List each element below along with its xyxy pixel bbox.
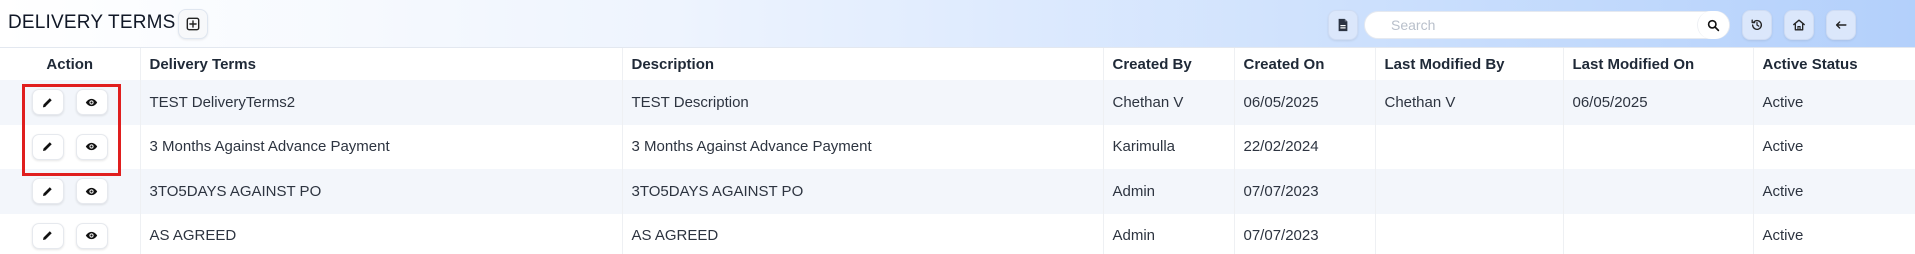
cell-delivery-terms: TEST DeliveryTerms2 [140, 80, 623, 125]
edit-button[interactable] [31, 178, 64, 205]
cell-description: TEST Description [622, 80, 1104, 125]
table-header-row: Action Delivery Terms Description Create… [0, 48, 1915, 80]
cell-delivery-terms: 3TO5DAYS AGAINST PO [140, 169, 623, 214]
view-button[interactable] [75, 178, 108, 205]
edit-button[interactable] [31, 133, 64, 160]
cell-active-status: Active [1753, 124, 1915, 169]
table-row: 3 Months Against Advance Payment 3 Month… [0, 124, 1915, 169]
cell-created-on: 07/07/2023 [1234, 169, 1376, 214]
edit-button[interactable] [31, 222, 64, 249]
cell-active-status: Active [1753, 169, 1915, 214]
cell-description: 3TO5DAYS AGAINST PO [622, 169, 1104, 214]
pencil-icon [43, 187, 52, 196]
cell-created-on: 06/05/2025 [1234, 80, 1376, 125]
home-icon [1793, 19, 1805, 31]
view-button[interactable] [75, 89, 108, 116]
cell-last-modified-on [1563, 213, 1754, 254]
column-header-action: Action [0, 48, 141, 80]
cell-created-on: 07/07/2023 [1234, 213, 1376, 254]
cell-last-modified-by: Chethan V [1375, 80, 1564, 125]
delivery-terms-table: Action Delivery Terms Description Create… [0, 48, 1915, 254]
table-row: TEST DeliveryTerms2 TEST Description Che… [0, 80, 1915, 125]
view-button[interactable] [75, 222, 108, 249]
cell-created-on: 22/02/2024 [1234, 124, 1376, 169]
top-bar: DELIVERY TERMS [0, 0, 1915, 48]
cell-last-modified-by [1375, 213, 1564, 254]
page-title: DELIVERY TERMS [8, 12, 176, 33]
search-button[interactable] [1697, 11, 1729, 39]
action-cell [0, 124, 141, 169]
cell-description: 3 Months Against Advance Payment [622, 124, 1104, 169]
cell-delivery-terms: 3 Months Against Advance Payment [140, 124, 623, 169]
column-header-created-by[interactable]: Created By [1103, 48, 1235, 80]
eye-icon [86, 187, 98, 195]
edit-button[interactable] [31, 89, 64, 116]
back-button[interactable] [1826, 10, 1856, 40]
cell-last-modified-on: 06/05/2025 [1563, 80, 1754, 125]
column-header-active-status[interactable]: Active Status [1753, 48, 1915, 80]
cell-description: AS AGREED [622, 213, 1104, 254]
pencil-icon [43, 142, 52, 152]
cell-created-by: Admin [1103, 213, 1235, 254]
cell-last-modified-on [1563, 169, 1754, 214]
cell-active-status: Active [1753, 80, 1915, 125]
table-row: AS AGREED AS AGREED Admin 07/07/2023 Act… [0, 213, 1915, 254]
column-header-created-on[interactable]: Created On [1234, 48, 1376, 80]
pencil-icon [43, 98, 52, 108]
view-button[interactable] [75, 133, 108, 160]
plus-square-icon [186, 17, 200, 31]
search-bar [1364, 11, 1730, 39]
cell-last-modified-by [1375, 169, 1564, 214]
pdf-file-icon [1338, 18, 1348, 32]
eye-icon [86, 143, 98, 151]
search-icon [1707, 19, 1720, 31]
cell-created-by: Chethan V [1103, 80, 1235, 125]
pdf-export-button[interactable] [1328, 10, 1358, 40]
search-input[interactable] [1365, 12, 1697, 38]
cell-created-by: Karimulla [1103, 124, 1235, 169]
cell-last-modified-on [1563, 124, 1754, 169]
action-cell [0, 213, 141, 254]
add-button[interactable] [178, 9, 208, 39]
history-icon [1751, 19, 1763, 30]
action-cell [0, 80, 141, 125]
eye-icon [86, 232, 98, 240]
cell-created-by: Admin [1103, 169, 1235, 214]
column-header-last-modified-by[interactable]: Last Modified By [1375, 48, 1564, 80]
home-button[interactable] [1784, 10, 1814, 40]
column-header-delivery-terms[interactable]: Delivery Terms [140, 48, 623, 80]
cell-delivery-terms: AS AGREED [140, 213, 623, 254]
history-button[interactable] [1742, 10, 1772, 40]
cell-active-status: Active [1753, 213, 1915, 254]
cell-last-modified-by [1375, 124, 1564, 169]
column-header-description[interactable]: Description [622, 48, 1104, 80]
arrow-left-icon [1835, 21, 1847, 29]
action-cell [0, 169, 141, 214]
table-row: 3TO5DAYS AGAINST PO 3TO5DAYS AGAINST PO … [0, 169, 1915, 214]
eye-icon [86, 98, 98, 106]
pencil-icon [43, 231, 52, 241]
column-header-last-modified-on[interactable]: Last Modified On [1563, 48, 1754, 80]
